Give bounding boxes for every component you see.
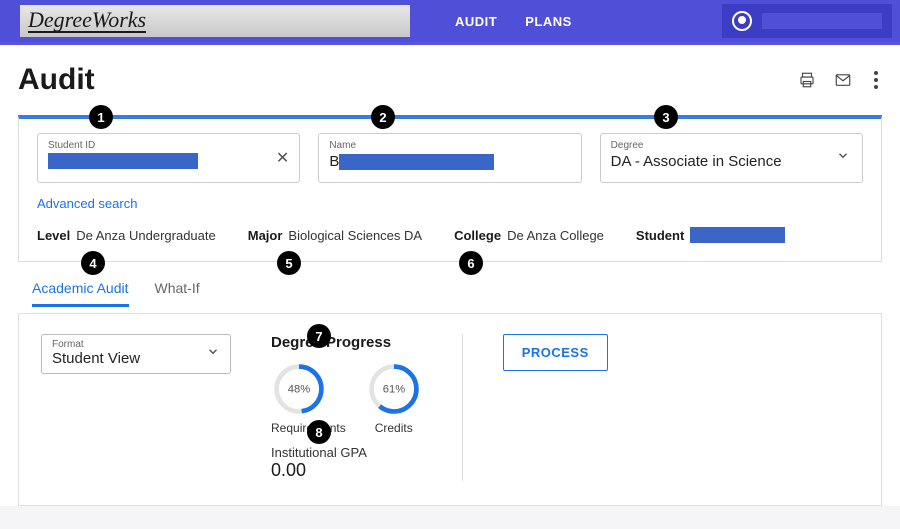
advanced-search-link[interactable]: Advanced search [37,196,137,211]
student-label: Student [636,228,684,243]
annotation-marker-6: 6 [459,251,483,275]
tab-academic-audit[interactable]: Academic Audit [32,280,129,307]
degree-progress: Degree Progress 48% Requirements 61% [271,334,422,481]
student-id-label: Student ID [48,140,289,151]
info-student: Student [636,227,785,243]
info-major: Major Biological Sciences DA [248,228,422,243]
logo-area: DegreeWorks [20,5,410,37]
progress-rings: 48% Requirements 61% Credits [271,361,422,435]
name-field[interactable]: Name B [318,133,581,183]
annotation-marker-4: 4 [81,251,105,275]
format-select[interactable]: Format Student View [41,334,231,374]
info-row: Level De Anza Undergraduate Major Biolog… [37,227,863,243]
user-area[interactable] [722,4,892,38]
nav-plans[interactable]: PLANS [525,14,572,29]
ring-credits: 61% Credits [366,361,422,435]
annotation-marker-7: 7 [307,324,331,348]
degree-value: DA - Associate in Science [611,153,782,170]
ring-requirements-svg: 48% [271,361,327,417]
user-icon [732,11,752,31]
tabs: Academic Audit What-If [32,280,882,307]
college-value: De Anza College [507,228,604,243]
level-value: De Anza Undergraduate [76,228,215,243]
more-options-icon[interactable] [870,67,882,93]
format-label: Format [52,339,220,350]
nav-audit[interactable]: AUDIT [455,14,497,29]
print-icon[interactable] [798,71,816,89]
student-value-redacted [690,227,785,243]
info-level: Level De Anza Undergraduate [37,228,216,243]
gpa-value: 0.00 [271,460,422,481]
name-prefix: B [329,153,339,170]
annotation-marker-1: 1 [89,105,113,129]
name-value-redacted [339,154,494,170]
gpa-label: Institutional GPA [271,445,422,460]
chevron-down-icon[interactable] [836,149,850,168]
info-college: College De Anza College [454,228,604,243]
student-id-value-redacted [48,153,198,169]
major-value: Biological Sciences DA [288,228,422,243]
content-card: 7 8 Format Student View Degree Progress … [18,313,882,506]
college-label: College [454,228,501,243]
user-name-redacted [762,13,882,29]
annotation-marker-8: 8 [307,420,331,444]
svg-text:61%: 61% [383,384,405,396]
nav-links: AUDIT PLANS [455,14,572,29]
top-bar: DegreeWorks AUDIT PLANS [0,0,900,42]
process-button[interactable]: PROCESS [503,334,608,371]
degree-field[interactable]: Degree DA - Associate in Science [600,133,863,183]
degree-label: Degree [611,140,852,151]
page-title-row: Audit [18,63,882,97]
page-actions [798,67,882,93]
clear-icon[interactable]: ✕ [276,148,289,168]
mail-icon[interactable] [834,71,852,89]
student-id-field[interactable]: Student ID ✕ [37,133,300,183]
annotation-marker-2: 2 [371,105,395,129]
degree-progress-title: Degree Progress [271,334,422,351]
format-col: Format Student View [41,334,231,481]
tab-what-if[interactable]: What-If [155,280,200,307]
annotation-marker-5: 5 [277,251,301,275]
major-label: Major [248,228,283,243]
chevron-down-icon[interactable] [206,345,220,364]
annotation-marker-3: 3 [654,105,678,129]
vertical-divider [462,334,463,481]
name-label: Name [329,140,570,151]
student-card: 1 2 3 Student ID ✕ Name B Degree DA - As… [18,115,882,262]
format-value: Student View [52,350,220,367]
ring-credits-svg: 61% [366,361,422,417]
ring-credits-label: Credits [366,421,422,435]
logo-text: DegreeWorks [28,9,146,33]
page-title: Audit [18,63,95,97]
level-label: Level [37,228,70,243]
process-col: PROCESS [503,334,608,481]
field-row: Student ID ✕ Name B Degree DA - Associat… [37,133,863,183]
page: Audit 1 2 3 Student ID ✕ Name B [0,45,900,506]
svg-text:48%: 48% [288,384,310,396]
